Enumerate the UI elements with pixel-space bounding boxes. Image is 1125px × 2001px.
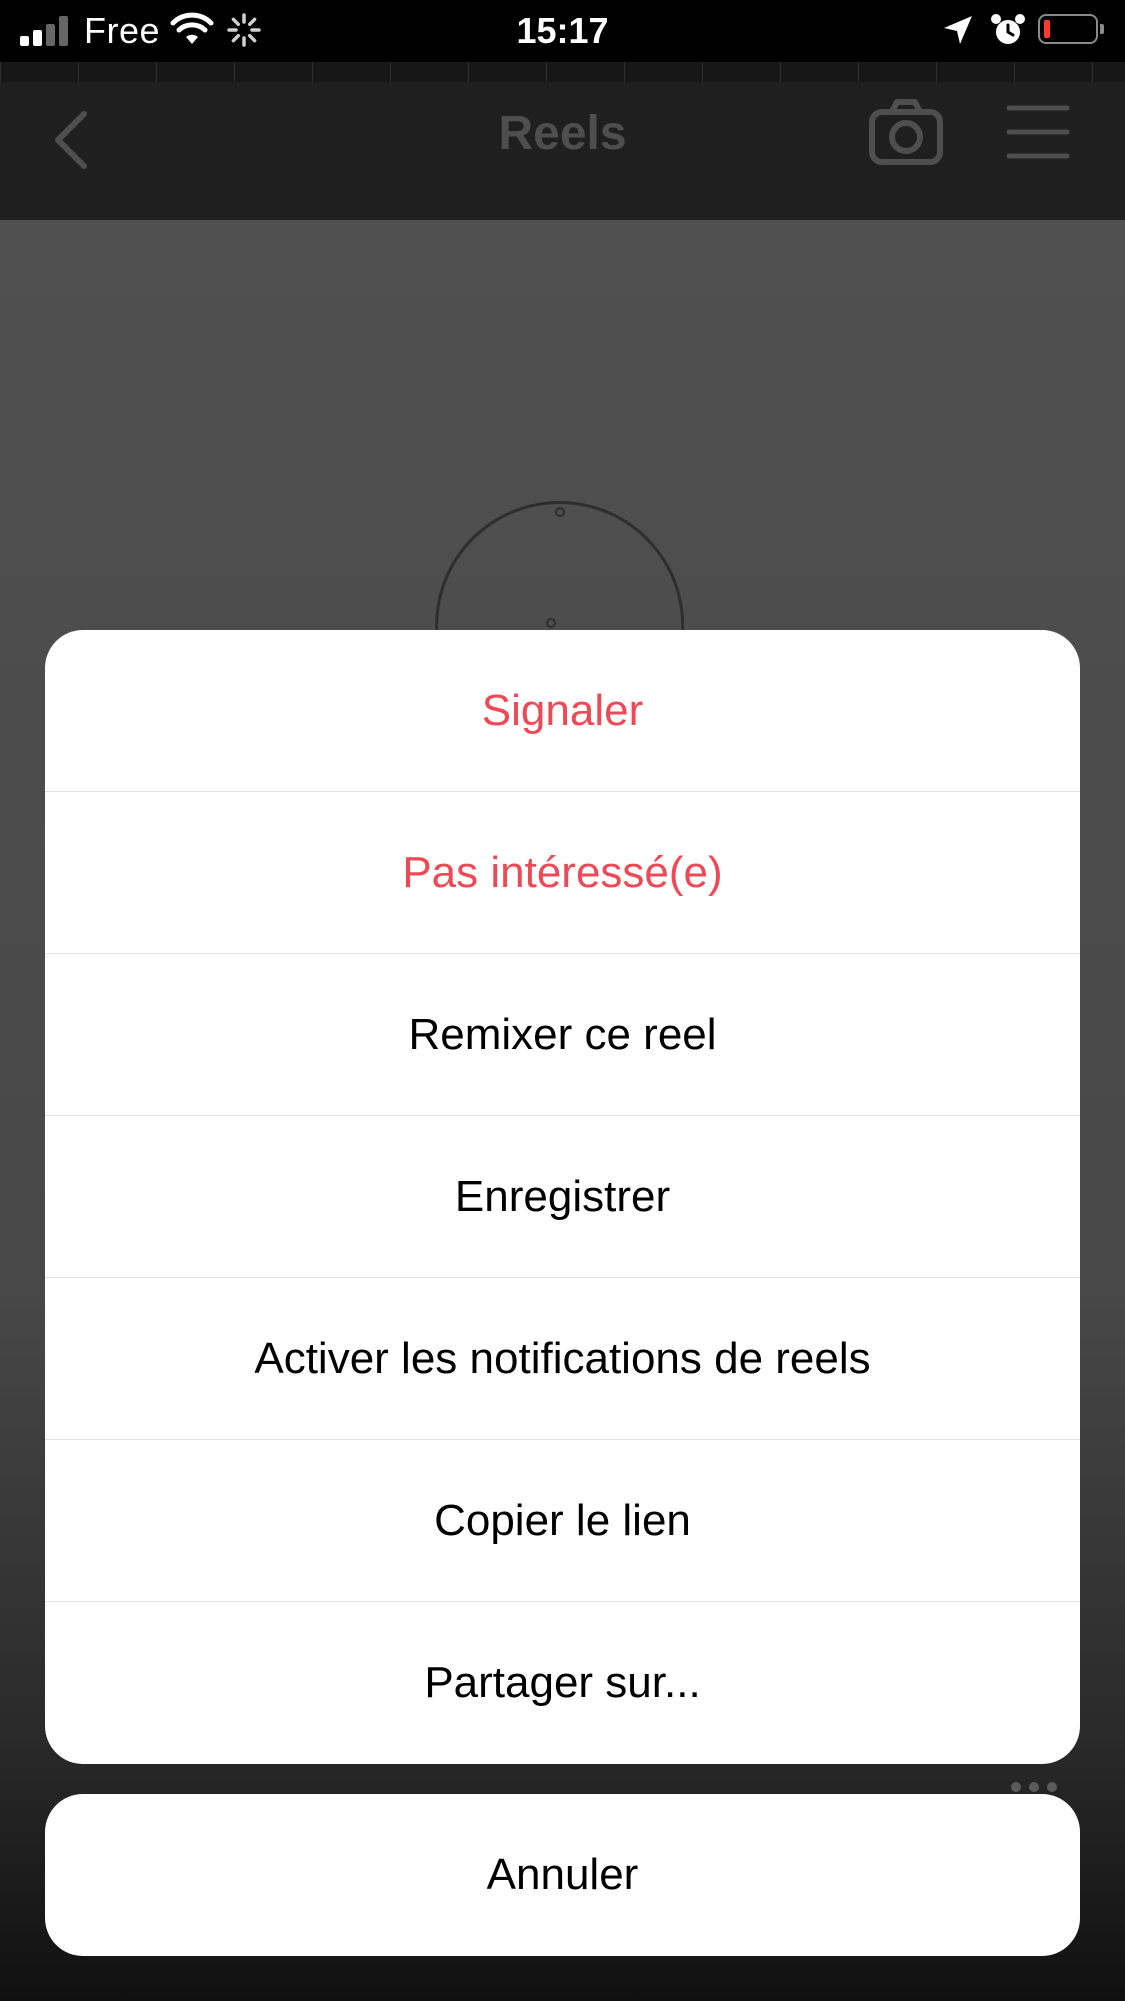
ruler-strip xyxy=(0,62,1125,82)
page-title: Reels xyxy=(498,107,627,160)
remix-reel-button[interactable]: Remixer ce reel xyxy=(45,954,1080,1116)
camera-icon[interactable] xyxy=(868,96,944,168)
action-sheet: Signaler Pas intéressé(e) Remixer ce ree… xyxy=(45,630,1080,1764)
copy-link-button[interactable]: Copier le lien xyxy=(45,1440,1080,1602)
status-bar: Free 15:17 xyxy=(0,0,1125,62)
alarm-clock-icon xyxy=(991,14,1025,44)
more-options-icon xyxy=(1011,1782,1057,1792)
not-interested-button[interactable]: Pas intéressé(e) xyxy=(45,792,1080,954)
location-arrow-icon xyxy=(944,16,972,44)
app-header: Reels xyxy=(0,82,1125,220)
cancel-button[interactable]: Annuler xyxy=(45,1794,1080,1956)
report-button[interactable]: Signaler xyxy=(45,630,1080,792)
battery-icon xyxy=(1038,14,1104,44)
share-button[interactable]: Partager sur... xyxy=(45,1602,1080,1764)
enable-notifications-button[interactable]: Activer les notifications de reels xyxy=(45,1278,1080,1440)
hamburger-menu-icon[interactable] xyxy=(1006,102,1070,162)
save-button[interactable]: Enregistrer xyxy=(45,1116,1080,1278)
